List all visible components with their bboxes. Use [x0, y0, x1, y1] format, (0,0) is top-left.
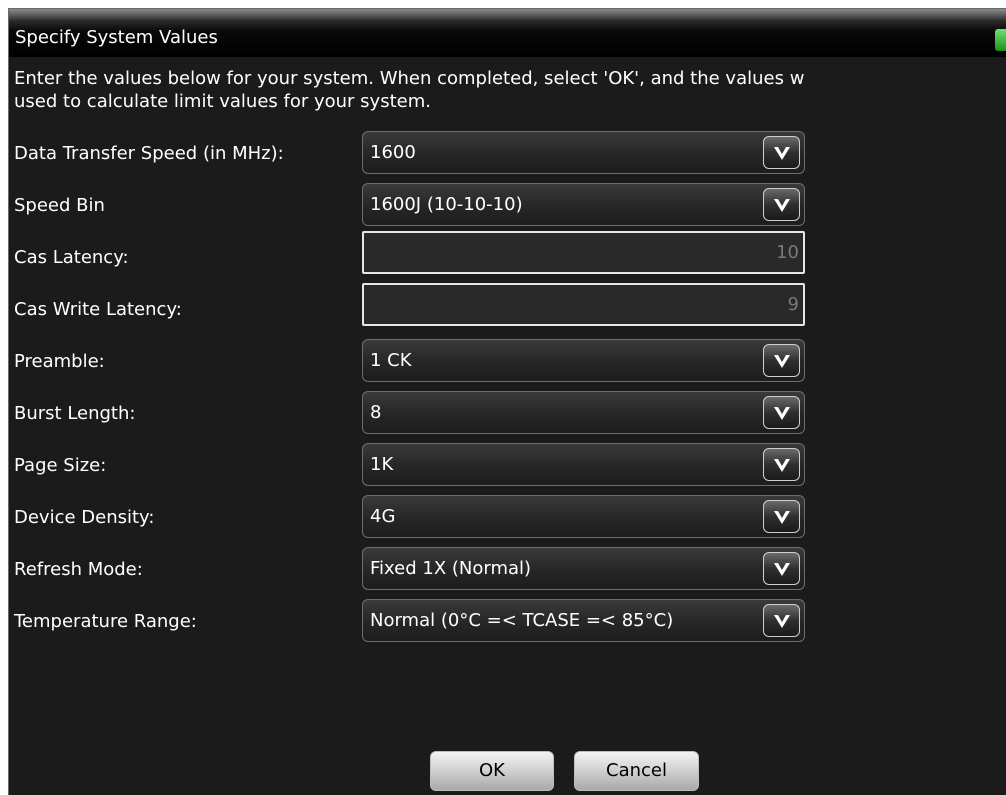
preamble-value: 1 CK	[370, 350, 412, 371]
chevron-down-icon[interactable]	[763, 344, 800, 377]
preamble-label: Preamble:	[14, 351, 105, 372]
cas-write-latency-label: Cas Write Latency:	[14, 299, 182, 320]
specify-system-values-dialog: Specify System Values Enter the values b…	[8, 8, 1006, 795]
temperature-range-value: Normal (0°C =< TCASE =< 85°C)	[370, 610, 674, 631]
burst-length-select[interactable]: 8	[362, 391, 805, 434]
dialog-title: Specify System Values	[15, 27, 218, 48]
chevron-down-icon[interactable]	[763, 396, 800, 429]
data-transfer-speed-select[interactable]: 1600	[362, 131, 805, 174]
refresh-mode-value: Fixed 1X (Normal)	[370, 558, 532, 579]
title-bar: Specify System Values	[9, 9, 1006, 57]
chevron-down-icon[interactable]	[763, 136, 800, 169]
device-density-select[interactable]: 4G	[362, 495, 805, 538]
device-density-label: Device Density:	[14, 507, 155, 528]
chevron-down-icon[interactable]	[763, 552, 800, 585]
device-density-value: 4G	[370, 506, 396, 527]
chevron-down-icon[interactable]	[763, 448, 800, 481]
chevron-down-icon[interactable]	[763, 188, 800, 221]
data-transfer-speed-value: 1600	[370, 142, 416, 163]
speed-bin-label: Speed Bin	[14, 195, 105, 216]
cas-latency-label: Cas Latency:	[14, 247, 129, 268]
chevron-down-icon[interactable]	[763, 500, 800, 533]
chevron-down-icon[interactable]	[763, 604, 800, 637]
instructions-text: Enter the values below for your system. …	[14, 68, 805, 112]
cancel-button[interactable]: Cancel	[574, 751, 699, 791]
page-size-label: Page Size:	[14, 455, 107, 476]
refresh-mode-select[interactable]: Fixed 1X (Normal)	[362, 547, 805, 590]
refresh-mode-label: Refresh Mode:	[14, 559, 143, 580]
speed-bin-value: 1600J (10-10-10)	[370, 194, 523, 215]
cas-latency-field[interactable]: 10	[362, 231, 805, 274]
cas-latency-value: 10	[776, 242, 799, 263]
burst-length-label: Burst Length:	[14, 403, 136, 424]
cas-write-latency-value: 9	[787, 294, 799, 315]
preamble-select[interactable]: 1 CK	[362, 339, 805, 382]
cas-write-latency-field[interactable]: 9	[362, 283, 805, 326]
temperature-range-select[interactable]: Normal (0°C =< TCASE =< 85°C)	[362, 599, 805, 642]
burst-length-value: 8	[370, 402, 382, 423]
status-led-icon	[995, 29, 1006, 51]
temperature-range-label: Temperature Range:	[14, 611, 197, 632]
data-transfer-speed-label: Data Transfer Speed (in MHz):	[14, 143, 284, 164]
page-size-select[interactable]: 1K	[362, 443, 805, 486]
page-size-value: 1K	[370, 454, 394, 475]
speed-bin-select[interactable]: 1600J (10-10-10)	[362, 183, 805, 226]
ok-button[interactable]: OK	[430, 751, 554, 791]
